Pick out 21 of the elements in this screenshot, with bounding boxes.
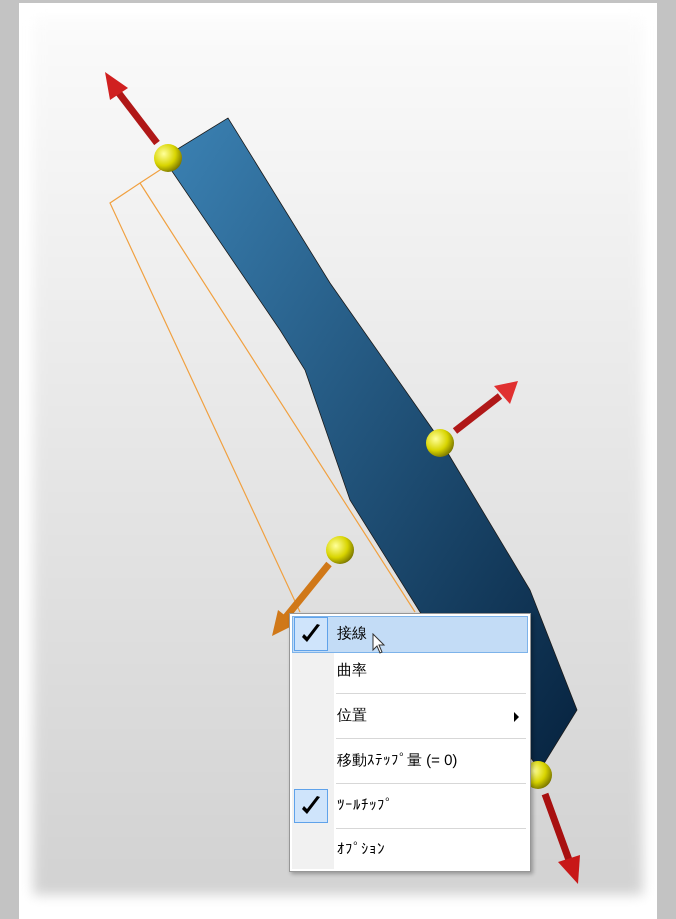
arrow-icon[interactable] (542, 792, 580, 884)
cursor-icon (372, 633, 386, 655)
menu-item[interactable]: 曲率 (292, 652, 528, 690)
menu-label: ﾂｰﾙﾁｯﾌﾟ (337, 796, 393, 816)
menu-item[interactable]: ｵﾌﾟｼｮﾝ (292, 832, 528, 870)
handle-sphere[interactable] (326, 536, 354, 564)
menu-item[interactable]: 移動ｽﾃｯﾌﾟ量 (= 0) (292, 742, 528, 780)
menu-label: 曲率 (337, 661, 367, 682)
menu-label: 位置 (337, 706, 367, 726)
arrow-icon[interactable] (105, 72, 160, 146)
menu-item[interactable]: 接線 (292, 616, 528, 653)
handle-sphere[interactable] (426, 429, 454, 457)
menu-item[interactable]: ﾂｰﾙﾁｯﾌﾟ (292, 787, 528, 824)
menu-label: 移動ｽﾃｯﾌﾟ量 (= 0) (337, 750, 458, 771)
arrow-icon[interactable] (452, 381, 518, 434)
menu-item[interactable]: 位置 (292, 698, 528, 735)
menu-label: ｵﾌﾟｼｮﾝ (337, 840, 385, 860)
handle-sphere[interactable] (154, 144, 182, 172)
arrow-icon[interactable] (272, 562, 332, 636)
menu-label: 接線 (337, 624, 367, 644)
viewport[interactable]: 接線 曲率 位置 移動ｽﾃｯﾌﾟ量 (= 0) ﾂｰﾙﾁｯﾌﾟ ｵﾌﾟｼｮﾝ (19, 3, 657, 919)
